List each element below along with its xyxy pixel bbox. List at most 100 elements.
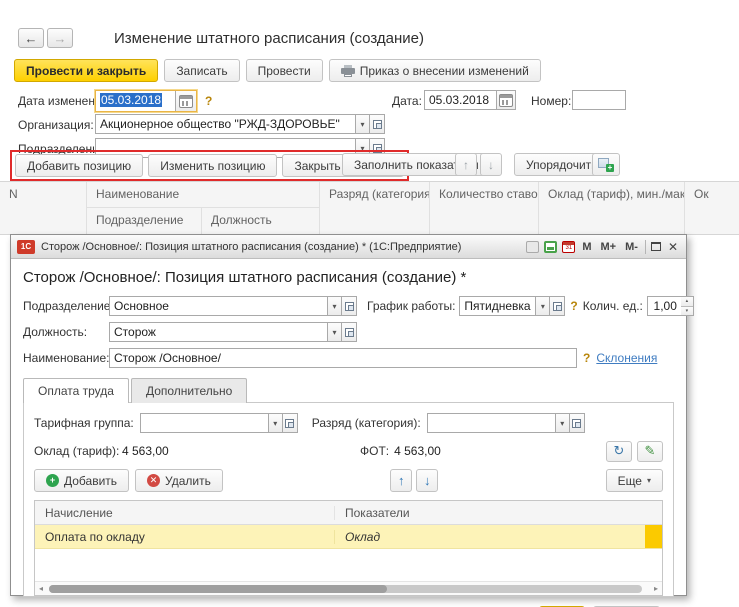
grade-field[interactable]: ▾ [427,413,585,433]
main-toolbar: Провести и закрыть Записать Провести При… [14,59,541,82]
scrollbar-track[interactable] [47,585,650,593]
memory-button[interactable]: M [580,241,593,253]
nav-buttons: ← → [18,28,73,48]
open-icon [345,302,354,311]
change-date-field[interactable]: 05.03.2018 [95,90,197,112]
write-label: Записать [176,64,227,78]
active-cell[interactable] [645,525,662,548]
scroll-right-icon[interactable]: ▸ [650,584,662,593]
add-position-button[interactable]: Добавить позицию [15,154,143,177]
post-button[interactable]: Провести [246,59,323,82]
titlebar-separator [645,240,646,254]
quantity-value: 1,00 [647,296,681,316]
pencil-icon: ✎ [645,443,656,459]
quantity-spin-buttons[interactable]: ▴ ▾ [681,296,694,316]
position-open-button[interactable] [342,322,357,342]
positions-table-header: N Наименование Подразделение Должность Р… [0,181,739,235]
tab-extra[interactable]: Дополнительно [131,378,247,403]
date-field[interactable]: 05.03.2018 [424,90,516,110]
back-button[interactable]: ← [18,28,44,48]
document-icon[interactable] [526,241,539,253]
table-row[interactable]: Оплата по окладу Оклад [35,525,662,549]
schedule-help[interactable]: ? [570,299,577,313]
date-label: Дата: [392,94,422,108]
move-up-button[interactable]: ↑ [455,153,477,176]
tariff-group-dropdown-button[interactable]: ▾ [268,413,283,433]
maximize-button[interactable] [651,242,661,251]
dlg-move-down-button[interactable]: ↓ [416,469,438,492]
dlg-add-label: Добавить [64,474,117,488]
scroll-left-icon[interactable]: ◂ [35,584,47,593]
schedule-dropdown-button[interactable]: ▾ [535,296,550,316]
dlg-department-label: Подразделение: [23,299,109,313]
dlg-move-up-button[interactable]: ↑ [390,469,412,492]
dialog-titlebar[interactable]: 1С Сторож /Основное/: Позиция штатного р… [11,235,686,259]
organization-field[interactable]: Акционерное общество "РЖД-ЗДОРОВЬЕ" ▾ [95,114,385,134]
more-button[interactable]: Еще ▾ [606,469,663,492]
dlg-department-open-button[interactable] [342,296,357,316]
edit-button[interactable]: ✎ [637,441,663,462]
back-icon: ← [25,31,38,46]
tariff-group-field[interactable]: ▾ [140,413,298,433]
tab-pay[interactable]: Оплата труда [23,378,129,403]
grade-dropdown-button[interactable]: ▾ [555,413,570,433]
organization-open-button[interactable] [370,114,385,134]
forward-button[interactable]: → [47,28,73,48]
recalculate-button[interactable]: ↻ [606,441,632,462]
printer-icon [341,65,355,77]
chevron-down-icon: ▾ [360,120,364,129]
close-button[interactable]: ✕ [666,240,680,254]
dlg-add-button[interactable]: + Добавить [34,469,129,492]
scrollbar-thumb-dark[interactable] [49,585,387,593]
dlg-delete-label: Удалить [165,474,211,488]
accruals-table: Начисление Показатели Оплата по окладу О… [34,500,663,596]
dialog-heading: Сторож /Основное/: Позиция штатного расп… [23,269,674,286]
add-row-button[interactable]: + [592,153,620,176]
accrual-cell: Оплата по окладу [35,530,335,544]
memory-minus-button[interactable]: M- [623,241,640,253]
edit-position-button[interactable]: Изменить позицию [148,154,277,177]
declension-link[interactable]: Склонения [596,351,657,365]
memory-plus-button[interactable]: M+ [599,241,619,253]
date-calendar-button[interactable] [496,90,516,110]
write-button[interactable]: Записать [164,59,239,82]
number-input[interactable] [572,90,626,110]
chevron-down-icon: ▾ [541,302,545,311]
organization-label: Организация: [18,118,94,132]
schedule-field[interactable]: Пятидневка ▾ [459,296,565,316]
organization-value: Акционерное общество "РЖД-ЗДОРОВЬЕ" [95,114,355,134]
schedule-open-button[interactable] [550,296,565,316]
calculator-icon[interactable] [544,241,557,253]
name-label: Наименование: [23,351,109,365]
table-add-icon: + [598,158,614,172]
calendar-icon [179,95,193,108]
calendar-icon [499,94,513,107]
calendar31-icon[interactable]: 31 [562,241,575,253]
fot-label: ФОТ: [360,444,389,458]
position-dropdown-button[interactable]: ▾ [327,322,342,342]
column-truncated: Ок [685,182,739,234]
name-help[interactable]: ? [583,351,590,365]
name-input[interactable]: Сторож /Основное/ [109,348,577,368]
horizontal-scrollbar[interactable]: ◂ ▸ [35,581,662,595]
post-and-close-button[interactable]: Провести и закрыть [14,59,158,82]
position-label: Должность: [23,325,109,339]
quantity-stepper[interactable]: 1,00 ▴ ▾ [647,296,694,316]
tariff-group-open-button[interactable] [283,413,298,433]
move-down-button[interactable]: ↓ [480,153,502,176]
dlg-department-dropdown-button[interactable]: ▾ [327,296,342,316]
position-field[interactable]: Сторож ▾ [109,322,357,342]
quantity-label: Колич. ед.: [583,299,643,313]
down-arrow-icon: ↓ [424,473,431,488]
column-name: Наименование [87,182,320,208]
change-date-calendar-button[interactable] [176,91,196,111]
open-icon [285,419,294,428]
print-order-button[interactable]: Приказ о внесении изменений [329,59,541,82]
change-date-help[interactable]: ? [205,94,212,108]
dlg-delete-button[interactable]: ✕ Удалить [135,469,223,492]
column-department: Подразделение [87,208,202,234]
dlg-department-field[interactable]: Основное ▾ [109,296,357,316]
organization-dropdown-button[interactable]: ▾ [355,114,370,134]
column-salary: Оклад (тариф), мин./макс. [539,182,685,234]
grade-open-button[interactable] [570,413,585,433]
